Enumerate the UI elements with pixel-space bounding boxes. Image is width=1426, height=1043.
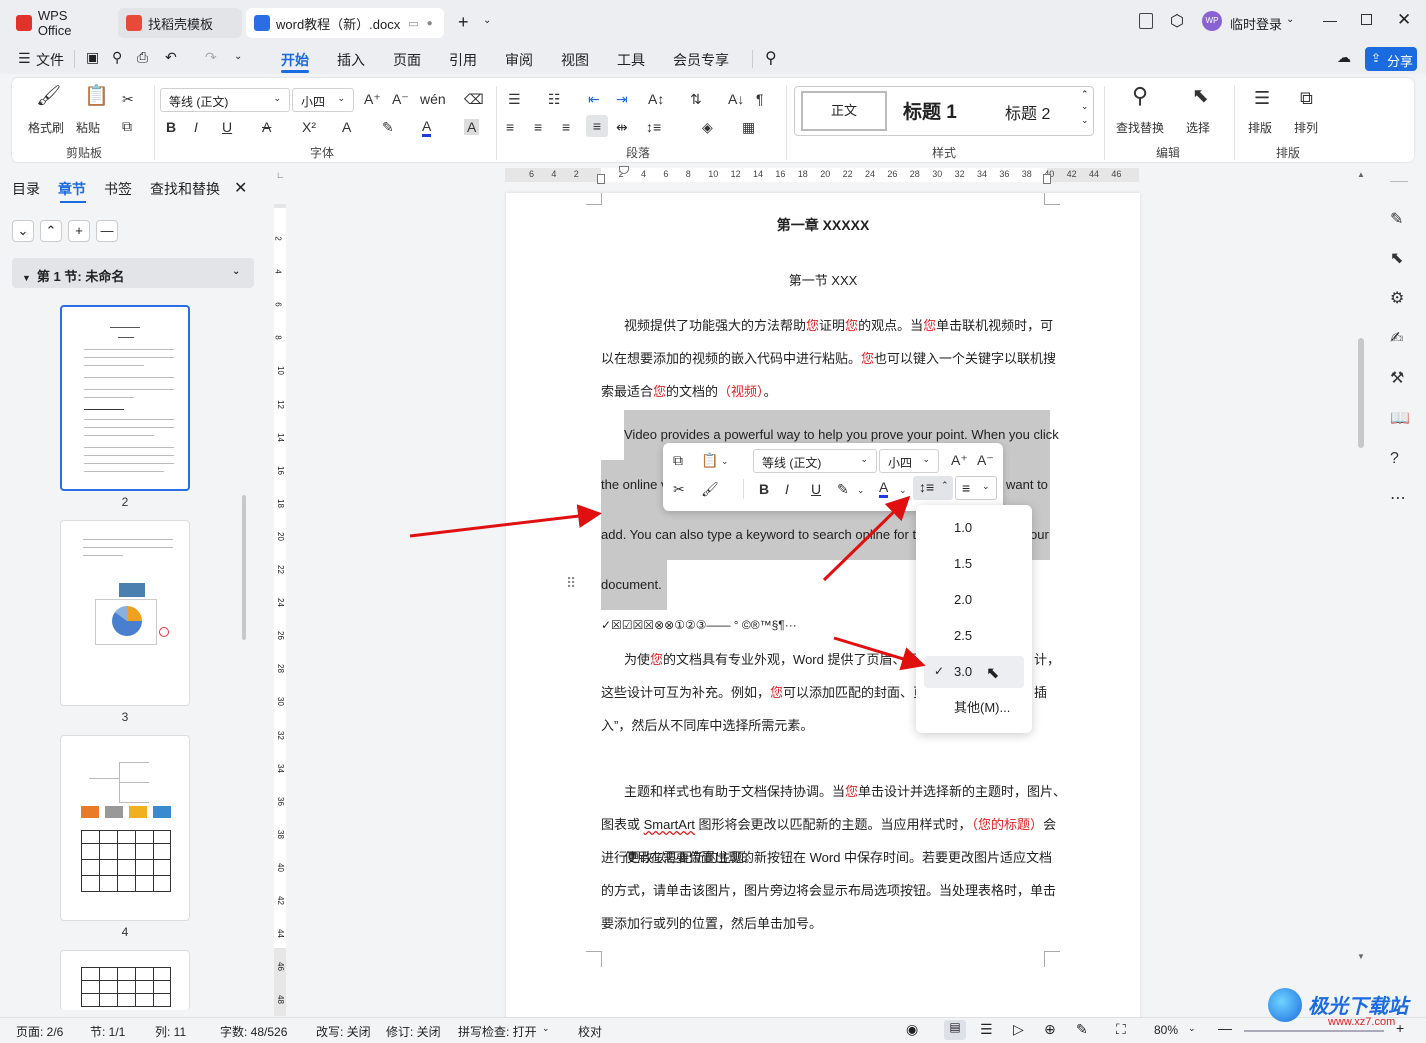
status-words[interactable]: 字数: 48/526 [220, 1023, 287, 1040]
arrow-to-option [833, 636, 926, 671]
arrow-to-line-spacing [822, 495, 911, 582]
watermark-logo: 极光下载站 www.xz7.com [1268, 986, 1420, 1032]
zoom-level[interactable]: 80% [1154, 1023, 1178, 1037]
status-proof[interactable]: 校对 [578, 1023, 602, 1040]
sliders-icon[interactable]: ⚙ [1390, 291, 1404, 307]
scroll-up-icon[interactable]: ▲ [1357, 170, 1365, 179]
eye-icon[interactable]: ◉ [906, 1021, 918, 1038]
scrollbar-thumb[interactable] [1358, 338, 1364, 448]
scroll-down-icon[interactable]: ▼ [1357, 952, 1365, 961]
page-view-icon[interactable]: ▤ [944, 1020, 966, 1040]
chevron-down-icon[interactable]: ⌄ [542, 1023, 550, 1034]
play-icon[interactable]: ▷ [1013, 1021, 1024, 1038]
status-revise[interactable]: 改写: 关闭 [316, 1023, 371, 1040]
watermark-globe-icon [1268, 988, 1302, 1022]
status-page[interactable]: 页面: 2/6 [16, 1023, 63, 1040]
watermark-text: 极光下载站 [1308, 996, 1408, 1018]
outline-view-icon[interactable]: ☰ [980, 1021, 993, 1038]
arrow-to-selection [409, 504, 602, 538]
web-view-icon[interactable]: ⊕ [1044, 1021, 1056, 1038]
tools-icon[interactable]: ⚒ [1390, 371, 1404, 387]
more-icon[interactable]: ⋯ [1390, 491, 1406, 507]
status-track[interactable]: 修订: 关闭 [386, 1023, 441, 1040]
status-spell[interactable]: 拼写检查: 打开 [458, 1023, 537, 1040]
right-toolbar: ✎ ⬉ ⚙ ✍ ⚒ 📖 ? ⋯ [1372, 165, 1426, 1017]
cursor-icon[interactable]: ⬉ [1390, 251, 1403, 267]
status-bar: 页面: 2/6 节: 1/1 列: 11 字数: 48/526 改写: 关闭 修… [0, 1017, 1426, 1043]
fit-page-icon[interactable]: ⛶ [1116, 1021, 1126, 1038]
zoom-out-icon[interactable]: — [1218, 1020, 1232, 1036]
divider [1390, 181, 1408, 182]
ai-write-icon[interactable]: ✍ [1390, 331, 1403, 347]
help-icon[interactable]: ? [1390, 451, 1399, 467]
pen-icon[interactable]: ✎ [1390, 212, 1403, 228]
status-column[interactable]: 列: 11 [155, 1023, 186, 1040]
status-section[interactable]: 节: 1/1 [90, 1023, 125, 1040]
watermark-url: www.xz7.com [1328, 1016, 1396, 1028]
annotation-arrows [409, 495, 926, 671]
book-icon[interactable]: 📖 [1390, 411, 1410, 427]
chevron-down-icon[interactable]: ⌄ [1188, 1023, 1196, 1034]
edit-pen-icon[interactable]: ✎ [1076, 1021, 1088, 1038]
